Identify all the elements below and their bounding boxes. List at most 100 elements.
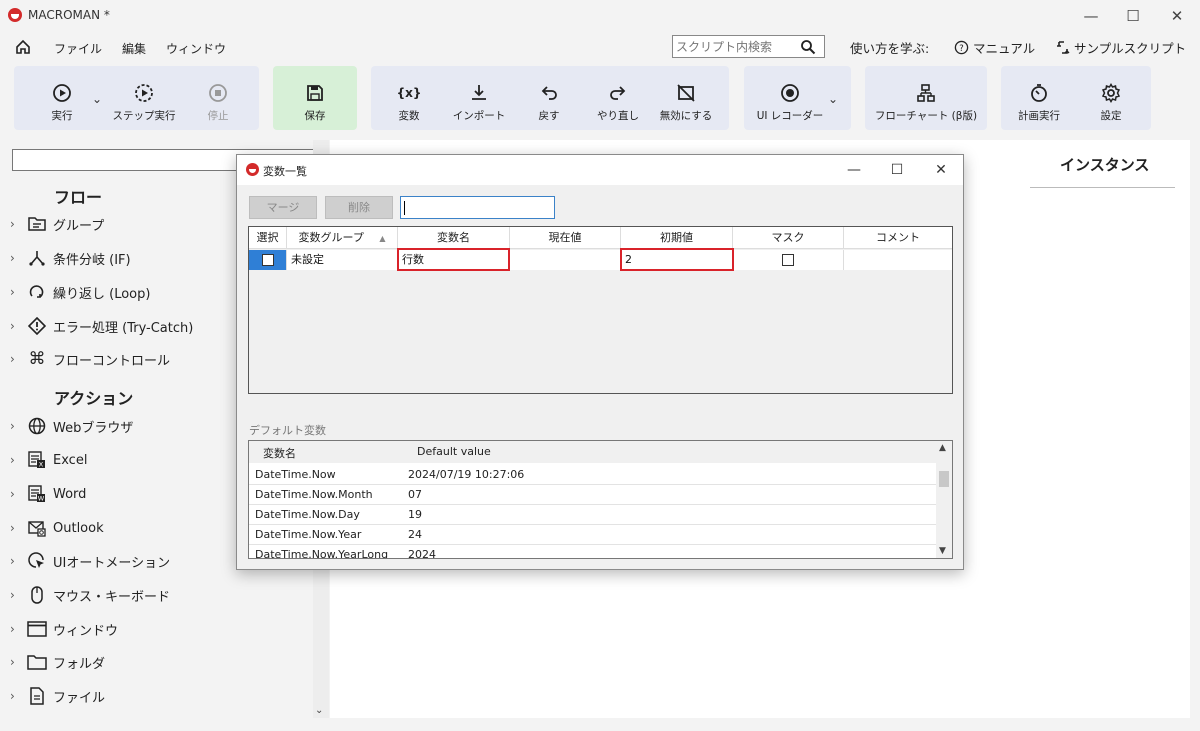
excel-icon: X [26, 449, 48, 471]
stop-button[interactable]: 停止 [196, 66, 240, 130]
chevron-right-icon[interactable]: › [10, 521, 24, 535]
tree-item-if[interactable]: › 条件分岐 (IF) [10, 246, 131, 270]
edit-toolbar-group: {x} 変数 インポート 戻す やり直し 無効にする [371, 66, 729, 130]
schedule-button[interactable]: 計画実行 [1015, 66, 1063, 130]
tree-item-try-catch[interactable]: › エラー処理 (Try-Catch) [10, 314, 193, 338]
step-run-button[interactable]: ステップ実行 [106, 66, 182, 130]
tree-item-file[interactable]: › ファイル [10, 684, 105, 708]
chevron-right-icon[interactable]: › [10, 554, 24, 568]
chevron-right-icon[interactable]: › [10, 419, 24, 433]
column-header-mask[interactable]: マスク [733, 227, 844, 249]
chevron-right-icon[interactable]: › [10, 689, 24, 703]
scroll-up-arrow-icon[interactable]: ▲ [939, 443, 946, 453]
flowchart-icon [917, 84, 935, 102]
scroll-down-arrow-icon[interactable]: ▼ [939, 546, 946, 556]
default-header-name[interactable]: 変数名 [263, 445, 296, 461]
column-header-initial[interactable]: 初期値 [621, 227, 733, 249]
variable-filter-input[interactable] [400, 196, 555, 219]
menu-edit[interactable]: 編集 [122, 40, 146, 57]
run-dropdown-chevron-icon[interactable]: ⌄ [92, 92, 102, 106]
redo-button[interactable]: やり直し [593, 66, 643, 130]
dialog-minimize-button[interactable]: — [839, 158, 869, 182]
chevron-right-icon[interactable]: › [10, 487, 24, 501]
tree-item-word[interactable]: › W Word [10, 482, 86, 506]
tree-item-ui-automation[interactable]: › UIオートメーション [10, 549, 170, 573]
run-button[interactable]: 実行 [40, 66, 84, 130]
chevron-right-icon[interactable]: › [10, 453, 24, 467]
row-select-cell[interactable] [249, 250, 287, 270]
delete-button[interactable]: 削除 [325, 196, 393, 219]
import-button[interactable]: インポート [451, 66, 507, 130]
table-row[interactable]: DateTime.Now.Year 24 [249, 525, 937, 545]
instance-title: インスタンス [1060, 156, 1150, 174]
default-header-value[interactable]: Default value [417, 445, 491, 458]
table-row[interactable]: DateTime.Now.Month 07 [249, 485, 937, 505]
variables-button[interactable]: {x} 変数 [387, 66, 431, 130]
column-header-current[interactable]: 現在値 [510, 227, 621, 249]
scroll-down-chevron-icon[interactable]: ⌄ [315, 705, 323, 716]
flowchart-label: フローチャート (β版) [874, 110, 978, 122]
cell-mask[interactable] [733, 250, 844, 270]
column-header-comment[interactable]: コメント [844, 227, 952, 249]
minimize-button[interactable]: — [1076, 4, 1106, 28]
cell-current[interactable] [510, 250, 621, 270]
chevron-right-icon[interactable]: › [10, 588, 24, 602]
chevron-right-icon[interactable]: › [10, 285, 24, 299]
default-var-value: 19 [408, 508, 422, 521]
home-icon[interactable] [14, 38, 32, 56]
tree-item-mouse-keyboard[interactable]: › マウス・キーボード [10, 583, 170, 607]
search-icon[interactable] [800, 39, 816, 55]
default-var-name: DateTime.Now [255, 468, 336, 481]
chevron-right-icon[interactable]: › [10, 655, 24, 669]
table-row[interactable]: DateTime.Now.YearLong 2024 [249, 545, 937, 558]
manual-link[interactable]: ? マニュアル [954, 38, 1035, 57]
cell-comment[interactable] [844, 250, 952, 270]
default-grid-scrollbar[interactable]: ▲ ▼ [936, 441, 952, 558]
chevron-right-icon[interactable]: › [10, 319, 24, 333]
script-search-input[interactable] [673, 36, 793, 57]
chevron-right-icon[interactable]: › [10, 217, 24, 231]
table-row[interactable]: DateTime.Now.Day 19 [249, 505, 937, 525]
tree-item-folder[interactable]: › フォルダ [10, 650, 105, 674]
tree-item-group[interactable]: › グループ [10, 212, 104, 236]
disable-button[interactable]: 無効にする [657, 66, 715, 130]
tree-item-flow-control[interactable]: › ⌘ フローコントロール [10, 347, 170, 371]
row-select-checkbox[interactable] [261, 254, 274, 266]
ui-recorder-button[interactable]: UI レコーダー [748, 66, 832, 130]
tree-item-outlook[interactable]: › Outlook [10, 516, 104, 540]
flowchart-button[interactable]: フローチャート (β版) [871, 66, 981, 130]
settings-button[interactable]: 設定 [1089, 66, 1133, 130]
menu-window[interactable]: ウィンドウ [166, 40, 226, 57]
undo-button[interactable]: 戻す [527, 66, 571, 130]
table-row[interactable]: 未設定 行数 2 [249, 250, 952, 270]
tree-item-web-browser[interactable]: › Webブラウザ [10, 414, 133, 438]
tree-item-window[interactable]: › ウィンドウ [10, 617, 118, 641]
table-row[interactable]: DateTime.Now 2024/07/19 10:27:06 [249, 465, 937, 485]
scroll-thumb[interactable] [939, 471, 949, 487]
disable-label: 無効にする [659, 110, 713, 122]
tree-item-loop[interactable]: › 繰り返し (Loop) [10, 280, 150, 304]
chevron-right-icon[interactable]: › [10, 251, 24, 265]
column-header-name[interactable]: 変数名 [398, 227, 510, 249]
menu-file[interactable]: ファイル [54, 40, 102, 57]
samples-link[interactable]: サンプルスクリプト [1056, 38, 1186, 57]
merge-button[interactable]: マージ [249, 196, 317, 219]
dialog-close-button[interactable]: ✕ [926, 158, 956, 182]
mask-checkbox[interactable] [782, 254, 794, 266]
chevron-right-icon[interactable]: › [10, 622, 24, 636]
tree-item-excel[interactable]: › X Excel [10, 448, 87, 472]
variable-braces-icon: {x} [398, 86, 420, 100]
chevron-right-icon[interactable]: › [10, 352, 24, 366]
flowchart-toolbar-group: フローチャート (β版) [865, 66, 987, 130]
recorder-dropdown-chevron-icon[interactable]: ⌄ [828, 92, 838, 106]
dialog-maximize-button[interactable]: ☐ [882, 158, 912, 182]
column-header-group[interactable]: 変数グループ ▲ [287, 227, 398, 249]
maximize-button[interactable]: ☐ [1118, 4, 1148, 28]
undo-icon [541, 86, 557, 100]
close-button[interactable]: ✕ [1162, 4, 1192, 28]
branch-icon [26, 247, 48, 269]
step-play-icon [135, 84, 153, 102]
column-header-select[interactable]: 選択 [249, 227, 287, 249]
save-button[interactable]: 保存 [293, 66, 337, 130]
cell-group[interactable]: 未設定 [287, 250, 398, 270]
